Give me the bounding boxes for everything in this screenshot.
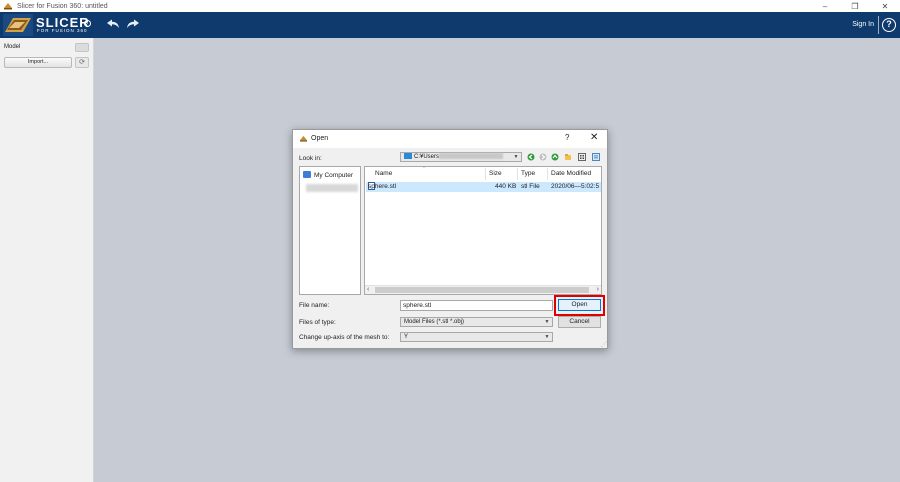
places-panel: My Computer bbox=[299, 166, 361, 295]
horizontal-scrollbar[interactable]: ‹ › bbox=[365, 285, 601, 294]
window-title: Slicer for Fusion 360: untitled bbox=[17, 2, 108, 10]
column-divider[interactable] bbox=[485, 168, 486, 180]
file-type-cell: stl File bbox=[521, 183, 540, 190]
app-header: SLICER FOR FUSION 360 i Sign In ? bbox=[0, 12, 900, 38]
look-in-value: C:¥Users bbox=[414, 154, 440, 160]
scroll-right-icon[interactable]: › bbox=[597, 286, 599, 293]
sort-caret-icon: ^ bbox=[423, 166, 426, 172]
chevron-down-icon: ▼ bbox=[544, 319, 550, 325]
column-size[interactable]: Size bbox=[489, 167, 502, 181]
info-icon[interactable]: i bbox=[84, 20, 91, 27]
files-of-type-select[interactable]: Model Files (*.stl *.obj) ▼ bbox=[400, 317, 553, 327]
app-icon bbox=[4, 3, 12, 10]
close-window-button[interactable]: ✕ bbox=[870, 0, 900, 12]
scroll-left-icon[interactable]: ‹ bbox=[367, 286, 369, 293]
up-axis-value: Y bbox=[404, 334, 409, 340]
files-of-type-label: Files of type: bbox=[299, 319, 336, 326]
my-computer-label: My Computer bbox=[314, 172, 354, 179]
look-in-combo[interactable]: C:¥Users ▼ bbox=[400, 152, 522, 162]
folder-icon bbox=[404, 153, 412, 159]
model-label: Model bbox=[4, 44, 21, 50]
file-row[interactable]: sphere.stl 440 KB stl File 2020/06—5:02:… bbox=[366, 182, 601, 192]
new-folder-icon[interactable] bbox=[564, 153, 572, 161]
detail-view-icon[interactable] bbox=[592, 153, 600, 161]
help-icon[interactable]: ? bbox=[882, 18, 896, 32]
dialog-title: Open bbox=[311, 135, 329, 142]
file-size-cell: 440 KB bbox=[495, 183, 517, 190]
import-button[interactable]: Import... bbox=[4, 57, 72, 68]
open-button-highlight bbox=[554, 295, 605, 316]
sign-in-link[interactable]: Sign In bbox=[852, 21, 874, 28]
minimize-button[interactable]: – bbox=[810, 0, 840, 12]
column-divider[interactable] bbox=[517, 168, 518, 180]
column-name[interactable]: Name bbox=[375, 167, 392, 181]
file-list: Name ^ Size Type Date Modified sphere.st… bbox=[364, 166, 602, 295]
chevron-down-icon: ▼ bbox=[513, 154, 519, 160]
column-type[interactable]: Type bbox=[521, 167, 535, 181]
brand: SLICER FOR FUSION 360 bbox=[36, 15, 90, 33]
redo-icon[interactable] bbox=[126, 19, 140, 29]
resize-grip-icon[interactable]: ⋰ bbox=[601, 341, 607, 348]
dialog-close-button[interactable]: ✕ bbox=[590, 132, 598, 143]
file-name-label: File name: bbox=[299, 302, 330, 309]
back-icon[interactable] bbox=[527, 153, 535, 161]
undo-icon[interactable] bbox=[106, 19, 120, 29]
up-folder-icon[interactable] bbox=[551, 153, 559, 161]
header-divider bbox=[878, 16, 879, 34]
up-axis-label: Change up-axis of the mesh to: bbox=[299, 334, 390, 341]
dialog-titlebar: Open ? ✕ bbox=[293, 130, 607, 148]
scrollbar-thumb[interactable] bbox=[375, 287, 589, 293]
file-name-text: sphere.stl bbox=[368, 183, 397, 190]
look-in-label: Look in: bbox=[299, 155, 322, 162]
cancel-button[interactable]: Cancel bbox=[558, 316, 601, 328]
dialog-help-button[interactable]: ? bbox=[565, 133, 569, 142]
model-panel: Model Import... ⟳ bbox=[0, 38, 94, 482]
eye-icon[interactable] bbox=[75, 43, 89, 52]
file-date-cell: 2020/06—5:02:5 bbox=[551, 183, 600, 190]
places-my-computer[interactable]: My Computer bbox=[303, 171, 353, 179]
window-titlebar: Slicer for Fusion 360: untitled – ❐ ✕ bbox=[0, 0, 900, 12]
file-name-input[interactable]: sphere.stl bbox=[400, 300, 553, 311]
restore-button[interactable]: ❐ bbox=[840, 0, 870, 12]
forward-icon[interactable] bbox=[539, 153, 547, 161]
column-divider[interactable] bbox=[547, 168, 548, 180]
computer-icon bbox=[303, 171, 311, 178]
list-view-icon[interactable] bbox=[578, 153, 586, 161]
redacted-place[interactable] bbox=[306, 184, 358, 192]
files-of-type-value: Model Files (*.stl *.obj) bbox=[404, 319, 465, 325]
column-date-modified[interactable]: Date Modified bbox=[551, 167, 591, 181]
slicer-logo bbox=[3, 14, 33, 36]
up-axis-select[interactable]: Y ▼ bbox=[400, 332, 553, 342]
redacted-path bbox=[439, 153, 504, 159]
chevron-down-icon: ▼ bbox=[544, 334, 550, 340]
refresh-icon[interactable]: ⟳ bbox=[75, 57, 89, 68]
dialog-app-icon bbox=[300, 135, 307, 142]
brand-subtitle: FOR FUSION 360 bbox=[37, 28, 88, 33]
